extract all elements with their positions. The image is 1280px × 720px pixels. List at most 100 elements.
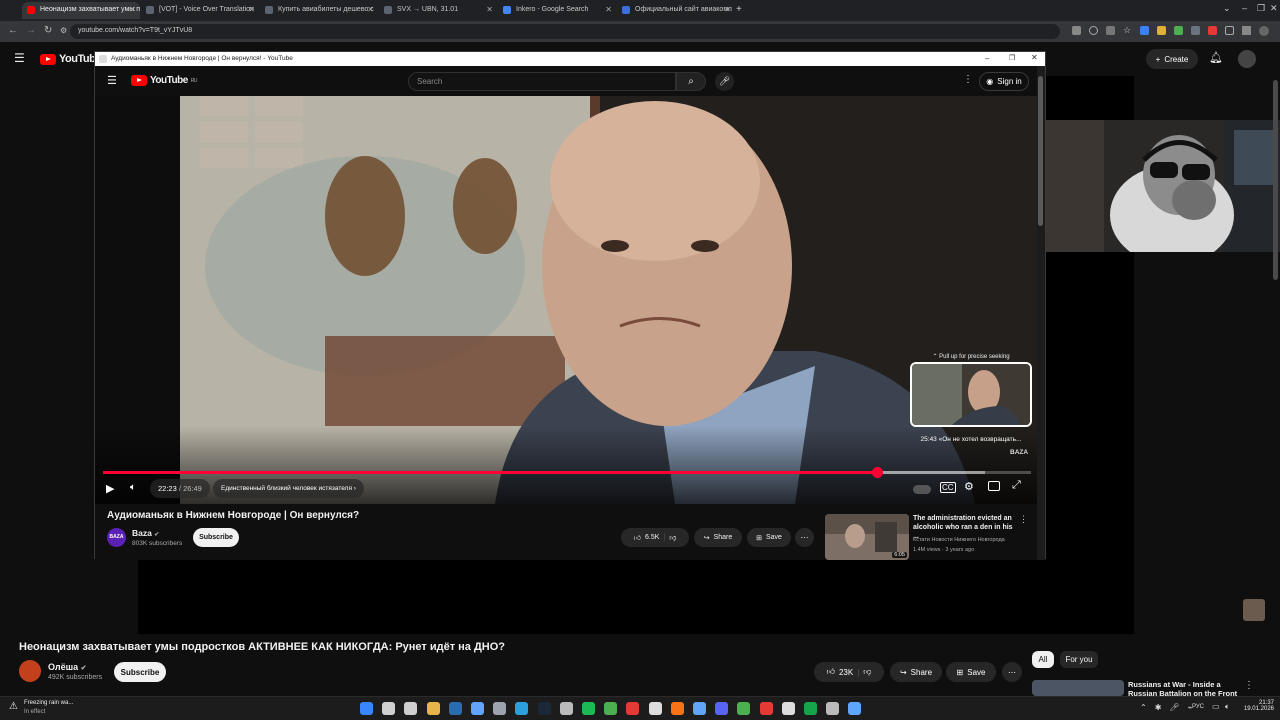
bg-subscribe-button[interactable]: Subscribe <box>114 662 166 682</box>
bg-like-dislike-group[interactable]: 👍︎ 23K | 👎︎ <box>814 662 884 682</box>
popup-channel-avatar[interactable]: BAZA <box>107 528 126 547</box>
minimize-icon[interactable]: – <box>1242 3 1247 13</box>
taskbar-app-icon[interactable] <box>559 702 573 715</box>
browser-tab[interactable]: Официальный сайт авиакомп ✕ <box>617 2 735 19</box>
taskbar-app-icon[interactable] <box>648 702 662 715</box>
forward-icon[interactable]: → <box>26 25 36 36</box>
popup-minimize-icon[interactable]: – <box>985 54 989 63</box>
bg-more-actions-button[interactable]: ⋯ <box>1002 662 1022 682</box>
popup-save-button[interactable]: ⊞ Save <box>747 528 791 547</box>
taskbar-app-icon[interactable] <box>804 702 817 715</box>
tray-mic-icon[interactable]: 🎤︎ <box>1169 703 1179 712</box>
bg-rec-thumbnail[interactable] <box>1032 680 1124 696</box>
progress-bar[interactable] <box>103 467 1031 478</box>
bg-save-button[interactable]: ⊞ Save <box>946 662 996 682</box>
thumbs-down-icon[interactable]: 👎︎ <box>669 533 676 542</box>
create-button[interactable]: + Create <box>1146 49 1198 69</box>
autoplay-toggle[interactable] <box>913 485 931 494</box>
extension-1-icon[interactable] <box>1140 26 1149 35</box>
close-window-icon[interactable]: ✕ <box>1270 3 1278 14</box>
taskbar-app-icon[interactable] <box>826 702 840 715</box>
popup-search-button[interactable]: ⌕ <box>676 72 706 91</box>
popup-voice-search-icon[interactable]: 🎤︎ <box>715 72 734 91</box>
site-info-icon[interactable]: ⚙ <box>60 26 67 35</box>
volume-icon[interactable]: 🔈︎ <box>130 482 136 493</box>
extension-3-icon[interactable] <box>1174 26 1183 35</box>
input-language[interactable]: РУС <box>1192 704 1204 710</box>
scrollbar-thumb[interactable] <box>1038 76 1043 226</box>
bg-share-button[interactable]: ↪ Share <box>890 662 942 682</box>
popup-maximize-icon[interactable]: ❐ <box>1009 54 1015 62</box>
miniplayer-icon[interactable] <box>988 481 1000 491</box>
subtitles-icon[interactable]: CC <box>940 482 956 493</box>
profile-avatar[interactable] <box>1259 26 1269 36</box>
small-avatar-thumbnail[interactable] <box>1243 599 1265 621</box>
tray-chevron-icon[interactable]: ⌃ <box>1140 703 1147 712</box>
thumbs-up-icon[interactable]: 👍︎ <box>634 533 641 542</box>
reload-icon[interactable]: ↻ <box>44 25 52 36</box>
extension-2-icon[interactable] <box>1157 26 1166 35</box>
translate-icon[interactable] <box>1106 26 1115 35</box>
taskbar-app-icon[interactable] <box>426 702 440 715</box>
popup-more-actions-button[interactable]: ⋯ <box>795 528 814 547</box>
tab-search-icon[interactable]: ⌄ <box>1223 3 1231 14</box>
tab-close-icon[interactable]: ✕ <box>129 5 136 14</box>
popup-rec-channel[interactable]: Кстати Новости Нижнего Новгорода <box>913 537 1023 543</box>
bg-channel-avatar[interactable] <box>19 660 41 682</box>
taskbar-app-icon[interactable] <box>515 702 529 715</box>
tab-close-icon[interactable]: ✕ <box>605 5 612 14</box>
cast-icon[interactable] <box>1072 26 1081 35</box>
taskbar-app-icon[interactable] <box>848 702 862 715</box>
maximize-icon[interactable]: ❐ <box>1257 3 1265 14</box>
bg-rec-menu-icon[interactable]: ⋮ <box>1244 680 1254 691</box>
notifications-bell-icon[interactable]: 🔔︎ <box>1209 51 1223 64</box>
tab-close-icon[interactable]: ✕ <box>367 5 374 14</box>
popup-like-dislike-group[interactable]: 👍︎ 6.5K | 👎︎ <box>621 528 689 547</box>
zoom-icon[interactable] <box>1089 26 1098 35</box>
taskbar-app-icon[interactable] <box>448 702 462 715</box>
thumbs-up-icon[interactable]: 👍︎ <box>827 667 835 677</box>
youtube-logo[interactable]: YouTube <box>40 53 101 65</box>
taskbar-app-icon[interactable] <box>471 702 484 715</box>
bg-channel-name[interactable]: Олёша ✔ <box>48 662 87 672</box>
account-avatar[interactable] <box>1238 50 1256 68</box>
taskbar-app-icon[interactable] <box>759 702 773 715</box>
tab-close-icon[interactable]: ✕ <box>724 5 731 14</box>
chapter-button[interactable]: Единственный близкий человек истязателя … <box>213 479 364 498</box>
settings-gear-icon[interactable]: ⚙ <box>964 480 974 493</box>
new-tab-button[interactable]: + <box>736 4 742 15</box>
taskbar-search-icon[interactable] <box>382 702 396 715</box>
weather-title[interactable]: Freezing rain wa... <box>24 700 73 706</box>
url-field[interactable]: youtube.com/watch?v=T9t_vYJTvU8 <box>70 24 1060 39</box>
popup-sign-in-button[interactable]: ◉ Sign in <box>979 72 1029 91</box>
video-player[interactable]: ⌃ Pull up for precise seeking 25:43 «Он … <box>95 96 1037 504</box>
browser-tab[interactable]: Inkero - Google Search ✕ <box>498 2 616 19</box>
popup-subscribe-button[interactable]: Subscribe <box>193 528 239 547</box>
sidepanel-icon[interactable] <box>1242 26 1251 35</box>
taskbar-app-icon[interactable] <box>604 702 618 715</box>
popup-channel-name[interactable]: Baza ✔ <box>132 528 159 538</box>
bookmark-star-icon[interactable]: ☆ <box>1123 26 1132 35</box>
taskbar-app-icon[interactable] <box>670 702 684 715</box>
clock[interactable]: 21:37 19.01.2026 <box>1240 700 1274 712</box>
taskbar-app-icon[interactable] <box>693 702 706 715</box>
taskbar-app-icon[interactable] <box>537 702 551 715</box>
popup-close-icon[interactable]: ✕ <box>1031 53 1038 62</box>
monitor-icon[interactable]: ▭ <box>1212 702 1220 711</box>
extension-4-icon[interactable] <box>1191 26 1200 35</box>
popup-title-bar[interactable]: Аудиоманьяк в Нижнем Новгороде | Он верн… <box>95 52 1045 66</box>
popup-rec-thumbnail[interactable]: 6:05 <box>825 514 909 560</box>
taskbar-app-icon[interactable] <box>626 702 640 715</box>
tab-close-icon[interactable]: ✕ <box>486 5 493 14</box>
weather-warning-icon[interactable]: ⚠ <box>9 701 18 712</box>
taskbar-app-icon[interactable] <box>737 702 751 715</box>
hamburger-menu-icon[interactable]: ☰ <box>14 51 25 65</box>
extensions-puzzle-icon[interactable] <box>1225 26 1234 35</box>
taskbar-app-icon[interactable] <box>715 702 729 715</box>
browser-tab[interactable]: Купить авиабилеты дешево с ✕ <box>260 2 378 19</box>
start-menu-icon[interactable] <box>360 702 373 715</box>
popup-settings-dots-icon[interactable]: ⋮ <box>963 74 973 85</box>
taskbar-app-icon[interactable] <box>781 702 795 715</box>
fullscreen-icon[interactable]: ⤢ <box>1012 479 1021 492</box>
extension-5-icon[interactable] <box>1208 26 1217 35</box>
